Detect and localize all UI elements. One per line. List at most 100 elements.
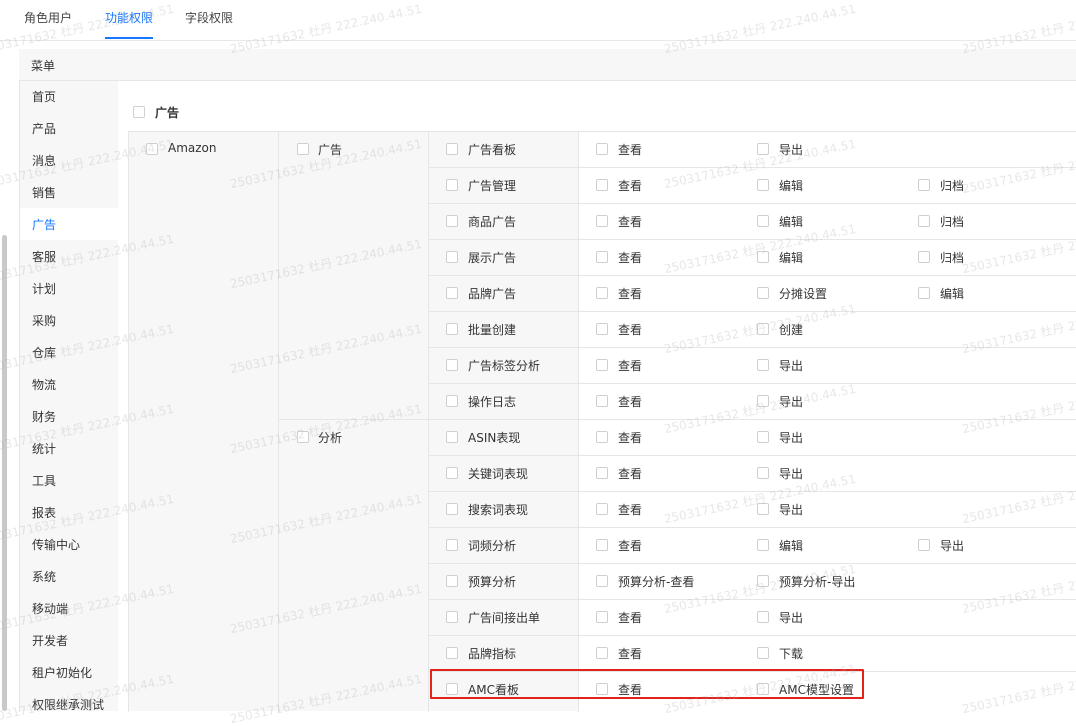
permission-checkbox[interactable] bbox=[596, 539, 608, 551]
sidebar-item[interactable]: 移动端 bbox=[32, 600, 68, 617]
module-checkbox[interactable] bbox=[446, 215, 458, 227]
module-checkbox[interactable] bbox=[446, 647, 458, 659]
sidebar-item[interactable]: 开发者 bbox=[32, 632, 68, 649]
module-checkbox[interactable] bbox=[446, 359, 458, 371]
permission-checkbox[interactable] bbox=[596, 179, 608, 191]
permission-checkbox[interactable] bbox=[596, 359, 608, 371]
sidebar-item[interactable]: 计划 bbox=[32, 280, 56, 297]
sidebar-item[interactable]: 统计 bbox=[32, 440, 56, 457]
sidebar-item[interactable]: 租户初始化 bbox=[32, 664, 92, 681]
permission-label: 创建 bbox=[779, 323, 804, 337]
module-checkbox[interactable] bbox=[446, 575, 458, 587]
permission-checkbox[interactable] bbox=[757, 215, 769, 227]
module-checkbox[interactable] bbox=[446, 323, 458, 335]
permission-checkbox[interactable] bbox=[918, 215, 930, 227]
sidebar-item[interactable]: 销售 bbox=[32, 184, 56, 201]
sidebar-item[interactable]: 财务 bbox=[32, 408, 56, 425]
row-divider bbox=[429, 419, 1076, 420]
sidebar-item[interactable]: 物流 bbox=[32, 376, 56, 393]
group-label: 广告 bbox=[318, 143, 343, 157]
module-checkbox[interactable] bbox=[446, 143, 458, 155]
group-checkbox[interactable] bbox=[297, 431, 309, 443]
permission-label: 导出 bbox=[779, 431, 804, 445]
module-checkbox[interactable] bbox=[446, 431, 458, 443]
permission-label: 导出 bbox=[779, 611, 804, 625]
permission-checkbox[interactable] bbox=[757, 467, 769, 479]
vertical-scrollbar[interactable] bbox=[2, 235, 7, 711]
column-divider bbox=[278, 132, 279, 712]
permission-checkbox[interactable] bbox=[757, 575, 769, 587]
sidebar-item[interactable]: 仓库 bbox=[32, 344, 56, 361]
permission-checkbox[interactable] bbox=[757, 647, 769, 659]
sidebar-item[interactable]: 权限继承测试 bbox=[32, 696, 104, 713]
permission-label: 编辑 bbox=[940, 287, 965, 301]
permission-label: 导出 bbox=[779, 467, 804, 481]
sidebar-item[interactable]: 报表 bbox=[32, 504, 56, 521]
sidebar-item[interactable]: 工具 bbox=[32, 472, 56, 489]
permission-checkbox[interactable] bbox=[596, 251, 608, 263]
permission-label: 归档 bbox=[940, 251, 965, 265]
permission-checkbox[interactable] bbox=[596, 287, 608, 299]
permission-checkbox[interactable] bbox=[918, 539, 930, 551]
module-checkbox[interactable] bbox=[446, 287, 458, 299]
permission-checkbox[interactable] bbox=[596, 611, 608, 623]
module-checkbox[interactable] bbox=[446, 503, 458, 515]
permission-checkbox[interactable] bbox=[757, 323, 769, 335]
permission-checkbox[interactable] bbox=[757, 503, 769, 515]
sidebar-item[interactable]: 广告 bbox=[32, 216, 56, 233]
permission-checkbox[interactable] bbox=[596, 143, 608, 155]
sidebar-item[interactable]: 传输中心 bbox=[32, 536, 80, 553]
sidebar-item[interactable]: 客服 bbox=[32, 248, 56, 265]
permission-checkbox[interactable] bbox=[596, 215, 608, 227]
platform-checkbox[interactable] bbox=[146, 143, 158, 155]
permission-checkbox[interactable] bbox=[757, 395, 769, 407]
permission-checkbox[interactable] bbox=[596, 467, 608, 479]
permission-checkbox[interactable] bbox=[596, 575, 608, 587]
permission-checkbox[interactable] bbox=[596, 647, 608, 659]
module-label: 广告间接出单 bbox=[468, 611, 541, 625]
tab-function-permissions[interactable]: 功能权限 bbox=[105, 9, 153, 26]
permission-checkbox[interactable] bbox=[757, 539, 769, 551]
sidebar-item[interactable]: 采购 bbox=[32, 312, 56, 329]
module-label: 批量创建 bbox=[468, 323, 517, 337]
section-checkbox[interactable] bbox=[133, 106, 145, 118]
permission-label: 查看 bbox=[618, 179, 643, 193]
permission-checkbox[interactable] bbox=[757, 251, 769, 263]
permission-checkbox[interactable] bbox=[757, 143, 769, 155]
permission-label: 查看 bbox=[618, 143, 643, 157]
permission-checkbox[interactable] bbox=[918, 179, 930, 191]
sidebar-item[interactable]: 产品 bbox=[32, 120, 56, 137]
permission-checkbox[interactable] bbox=[757, 359, 769, 371]
highlight-box bbox=[430, 669, 864, 699]
sidebar-item[interactable]: 消息 bbox=[32, 152, 56, 169]
permission-checkbox[interactable] bbox=[596, 395, 608, 407]
permission-checkbox[interactable] bbox=[596, 503, 608, 515]
module-label: 展示广告 bbox=[468, 251, 517, 265]
sidebar-item[interactable]: 首页 bbox=[32, 88, 56, 105]
module-checkbox[interactable] bbox=[446, 179, 458, 191]
permission-checkbox[interactable] bbox=[757, 287, 769, 299]
module-checkbox[interactable] bbox=[446, 539, 458, 551]
permission-checkbox[interactable] bbox=[757, 179, 769, 191]
group-checkbox[interactable] bbox=[297, 143, 309, 155]
module-checkbox[interactable] bbox=[446, 395, 458, 407]
permission-label: 导出 bbox=[940, 539, 965, 553]
row-divider bbox=[429, 527, 1076, 528]
module-checkbox[interactable] bbox=[446, 251, 458, 263]
module-checkbox[interactable] bbox=[446, 611, 458, 623]
permission-checkbox[interactable] bbox=[596, 323, 608, 335]
permission-label: 导出 bbox=[779, 503, 804, 517]
permission-label: 导出 bbox=[779, 359, 804, 373]
permission-label: 查看 bbox=[618, 503, 643, 517]
permission-checkbox[interactable] bbox=[918, 287, 930, 299]
permission-checkbox[interactable] bbox=[757, 611, 769, 623]
permission-checkbox[interactable] bbox=[918, 251, 930, 263]
permission-checkbox[interactable] bbox=[757, 431, 769, 443]
permission-checkbox[interactable] bbox=[596, 431, 608, 443]
sidebar-item[interactable]: 系统 bbox=[32, 568, 56, 585]
permission-label: 查看 bbox=[618, 611, 643, 625]
permission-label: 预算分析-导出 bbox=[779, 575, 856, 589]
module-checkbox[interactable] bbox=[446, 467, 458, 479]
tab-field-permissions[interactable]: 字段权限 bbox=[185, 9, 233, 26]
tab-role-users[interactable]: 角色用户 bbox=[24, 9, 72, 26]
